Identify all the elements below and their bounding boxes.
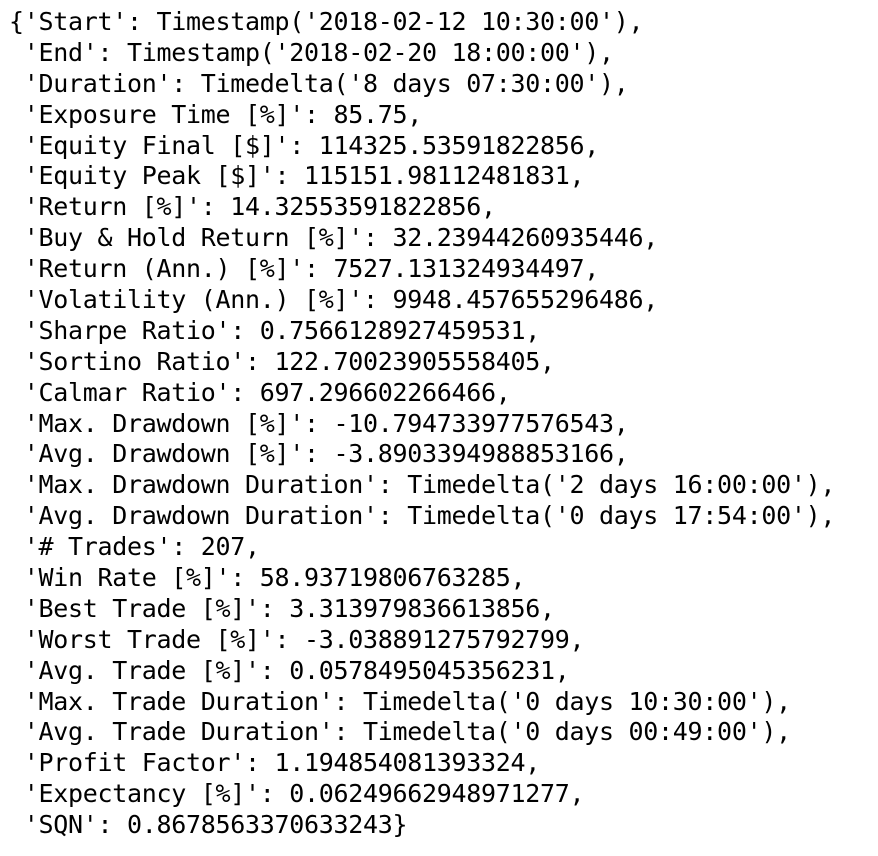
output-line-max-drawdown: 'Max. Drawdown [%]': -10.794733977576543… <box>9 408 629 438</box>
output-line-return-ann: 'Return (Ann.) [%]': 7527.131324934497, <box>9 254 600 284</box>
output-line-avg-drawdown-duration: 'Avg. Drawdown Duration': Timedelta('0 d… <box>9 501 836 531</box>
output-line-start: {'Start': Timestamp('2018-02-12 10:30:00… <box>9 7 644 36</box>
output-line-avg-trade-duration: 'Avg. Trade Duration': Timedelta('0 days… <box>9 717 791 747</box>
output-line-calmar-ratio: 'Calmar Ratio': 697.296602266466, <box>9 377 511 407</box>
output-line-equity-peak: 'Equity Peak [$]': 115151.98112481831, <box>9 161 585 191</box>
output-line-volatility-ann: 'Volatility (Ann.) [%]': 9948.4576552964… <box>9 285 659 315</box>
output-line-win-rate: 'Win Rate [%]': 58.93719806763285, <box>9 563 526 593</box>
output-line-sharpe-ratio: 'Sharpe Ratio': 0.7566128927459531, <box>9 315 541 345</box>
console-output: {'Start': Timestamp('2018-02-12 10:30:00… <box>0 0 878 856</box>
output-line-end: 'End': Timestamp('2018-02-20 18:00:00'), <box>9 37 614 67</box>
output-line-sortino-ratio: 'Sortino Ratio': 122.70023905558405, <box>9 346 555 376</box>
output-line-return: 'Return [%]': 14.32553591822856, <box>9 192 496 222</box>
output-line-equity-final: 'Equity Final [$]': 114325.53591822856, <box>9 130 600 160</box>
output-line-profit-factor: 'Profit Factor': 1.194854081393324, <box>9 748 541 778</box>
output-line-worst-trade: 'Worst Trade [%]': -3.038891275792799, <box>9 624 585 654</box>
output-line-best-trade: 'Best Trade [%]': 3.313979836613856, <box>9 593 555 623</box>
output-line-avg-trade: 'Avg. Trade [%]': 0.0578495045356231, <box>9 655 570 685</box>
output-line-avg-drawdown: 'Avg. Drawdown [%]': -3.8903394988853166… <box>9 439 629 469</box>
output-line-sqn: 'SQN': 0.8678563370633243} <box>9 810 408 840</box>
output-line-max-trade-duration: 'Max. Trade Duration': Timedelta('0 days… <box>9 686 791 716</box>
output-line-max-drawdown-duration: 'Max. Drawdown Duration': Timedelta('2 d… <box>9 470 836 500</box>
output-line-duration: 'Duration': Timedelta('8 days 07:30:00')… <box>9 68 629 98</box>
output-line-exposure-time: 'Exposure Time [%]': 85.75, <box>9 99 423 129</box>
output-line-expectancy: 'Expectancy [%]': 0.06249662948971277, <box>9 779 585 809</box>
output-line-trades: '# Trades': 207, <box>9 532 260 562</box>
output-line-buy-hold-return: 'Buy & Hold Return [%]': 32.239442609354… <box>9 223 659 253</box>
